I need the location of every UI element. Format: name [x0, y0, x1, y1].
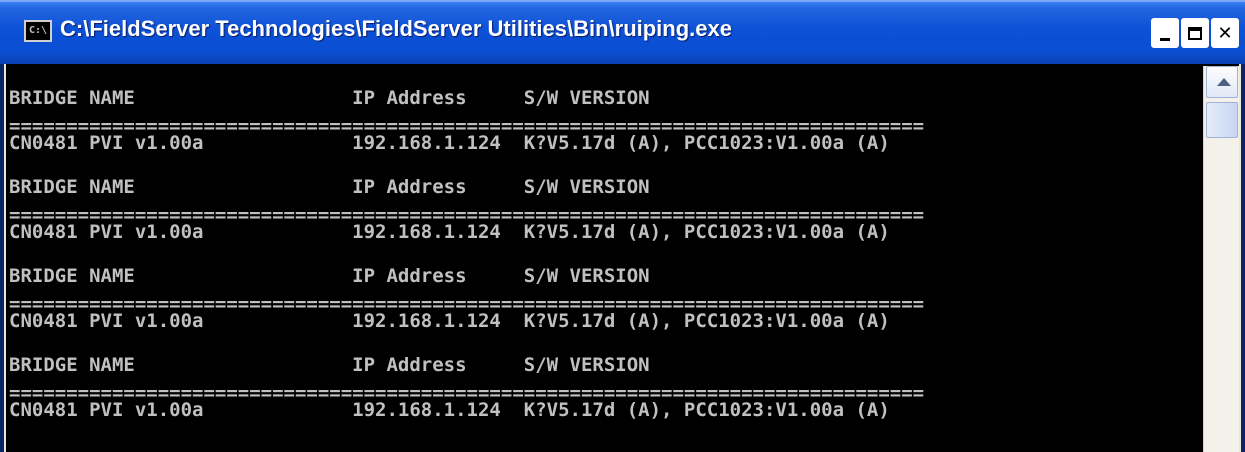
console-line: BRIDGE NAME IP Address S/W VERSION	[9, 265, 650, 287]
vertical-scrollbar[interactable]	[1203, 66, 1239, 452]
console-line: CN0481 PVI v1.00a 192.168.1.124 K?V5.17d…	[9, 221, 890, 243]
maximize-button[interactable]	[1181, 18, 1209, 48]
close-button[interactable]: ✕	[1211, 18, 1239, 48]
console-line: BRIDGE NAME IP Address S/W VERSION	[9, 354, 650, 376]
title-bar[interactable]: C:\ C:\FieldServer Technologies\FieldSer…	[0, 0, 1245, 64]
scroll-up-button[interactable]	[1206, 66, 1238, 98]
console-window: C:\ C:\FieldServer Technologies\FieldSer…	[0, 0, 1245, 452]
minimize-button[interactable]	[1151, 18, 1179, 48]
scroll-thumb[interactable]	[1206, 102, 1238, 138]
console-app-icon[interactable]: C:\	[24, 20, 52, 42]
window-title: C:\FieldServer Technologies\FieldServer …	[60, 16, 732, 41]
scroll-up-arrow-icon	[1217, 78, 1231, 86]
console-line: BRIDGE NAME IP Address S/W VERSION	[9, 87, 650, 109]
maximize-icon	[1188, 26, 1202, 40]
console-line: CN0481 PVI v1.00a 192.168.1.124 K?V5.17d…	[9, 132, 890, 154]
console-line: CN0481 PVI v1.00a 192.168.1.124 K?V5.17d…	[9, 399, 890, 421]
close-icon: ✕	[1217, 22, 1233, 44]
console-line: BRIDGE NAME IP Address S/W VERSION	[9, 176, 650, 198]
minimize-icon	[1160, 37, 1170, 41]
console-line: CN0481 PVI v1.00a 192.168.1.124 K?V5.17d…	[9, 310, 890, 332]
console-output[interactable]: BRIDGE NAME IP Address S/W VERSION =====…	[6, 66, 1200, 452]
